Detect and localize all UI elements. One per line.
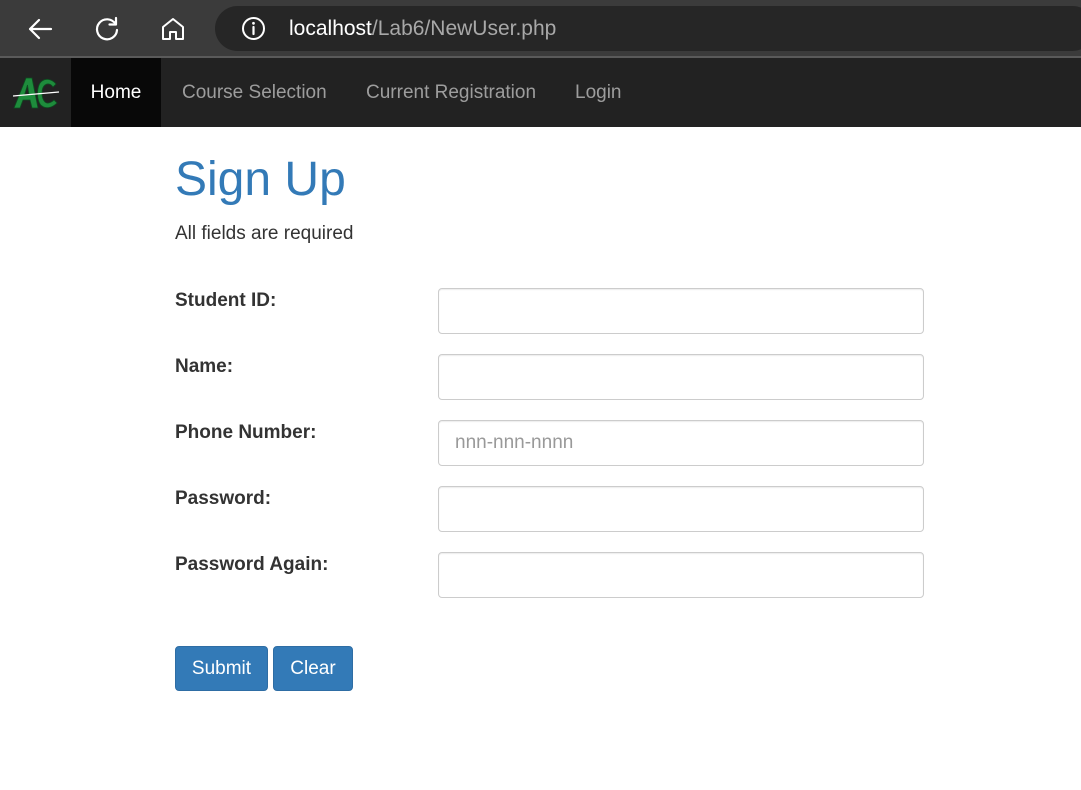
page-title: Sign Up	[175, 153, 346, 206]
home-button[interactable]	[155, 11, 191, 47]
url-text: localhost/Lab6/NewUser.php	[289, 16, 556, 41]
reload-button[interactable]	[89, 11, 125, 47]
reload-icon	[95, 16, 119, 41]
browser-toolbar: localhost/Lab6/NewUser.php	[0, 0, 1081, 58]
nav-item-course-selection[interactable]: Course Selection	[182, 58, 327, 127]
name-input[interactable]	[438, 354, 924, 400]
password-again-label: Password Again:	[175, 554, 329, 575]
student-id-label: Student ID:	[175, 290, 277, 311]
url-host: localhost	[289, 17, 372, 40]
nav-item-home[interactable]: Home	[71, 58, 161, 127]
brand-logo[interactable]	[0, 58, 71, 127]
clear-button[interactable]: Clear	[273, 646, 353, 691]
nav-item-current-registration[interactable]: Current Registration	[366, 58, 536, 127]
url-path: /Lab6/NewUser.php	[371, 17, 557, 40]
site-navbar: Home Course Selection Current Registrati…	[0, 58, 1081, 127]
password-again-input[interactable]	[438, 552, 924, 598]
nav-item-login[interactable]: Login	[575, 58, 622, 127]
back-arrow-icon	[28, 18, 53, 40]
info-icon[interactable]	[241, 16, 266, 41]
home-icon	[162, 18, 184, 40]
student-id-input[interactable]	[438, 288, 924, 334]
name-label: Name:	[175, 356, 234, 377]
submit-button[interactable]: Submit	[175, 646, 268, 691]
ac-logo-icon	[12, 77, 59, 108]
phone-number-label: Phone Number:	[175, 422, 317, 443]
back-button[interactable]	[22, 11, 58, 47]
address-bar[interactable]: localhost/Lab6/NewUser.php	[215, 6, 1081, 51]
password-input[interactable]	[438, 486, 924, 532]
form-subtitle: All fields are required	[175, 223, 354, 244]
phone-number-input[interactable]	[438, 420, 924, 466]
password-label: Password:	[175, 488, 272, 509]
